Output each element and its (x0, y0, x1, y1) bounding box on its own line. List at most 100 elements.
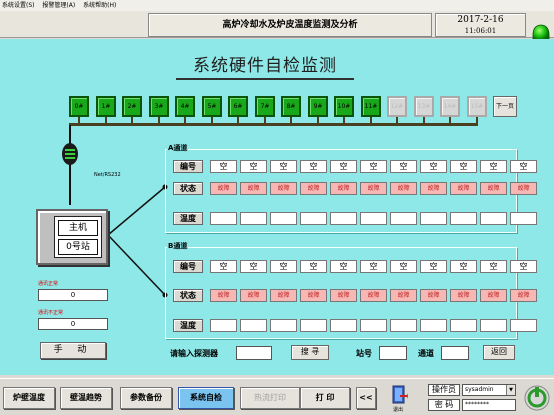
channel-a-status-cell: 故障 (240, 182, 267, 195)
device-drop-line (184, 117, 186, 125)
host-station-number: 0号站 (58, 239, 98, 255)
menu-system-help[interactable]: 系统帮助(H) (83, 2, 116, 9)
search-button[interactable]: 搜 寻 (291, 345, 329, 360)
device-drop-line (343, 117, 345, 125)
menu-alarm-management[interactable]: 报警管理(A) (42, 2, 75, 9)
device-drop-line (476, 117, 478, 125)
station-input[interactable] (379, 346, 407, 360)
device-button[interactable]: 10# (334, 96, 354, 117)
device-drop-line (449, 117, 451, 125)
password-input[interactable]: ******** (462, 399, 516, 411)
channel-b-temp-label: 温度 (173, 319, 203, 332)
device-drop-line (131, 117, 133, 125)
device-button[interactable]: 8# (281, 96, 301, 117)
manual-button[interactable]: 手 动 (40, 342, 106, 359)
tab-parameter-backup[interactable]: 参数备份 (120, 387, 172, 409)
channel-b-temp-cell (480, 319, 507, 332)
device-button[interactable]: 1# (96, 96, 116, 117)
channel-b-status-cell: 故障 (390, 289, 417, 302)
channel-b-title: B通道 (167, 241, 189, 251)
chevron-down-icon[interactable]: ▼ (506, 385, 515, 395)
channel-b-id-cell: 空 (210, 260, 237, 273)
device-button[interactable]: 6# (228, 96, 248, 117)
device-drop-line (264, 117, 266, 125)
channel-b-temp-cell (420, 319, 447, 332)
device-button[interactable]: 2# (122, 96, 142, 117)
channel-a-temp-label: 温度 (173, 212, 203, 225)
collapse-button[interactable]: << (356, 387, 376, 409)
channel-a-temp-cell (330, 212, 357, 225)
channel-b-status-label: 状态 (173, 289, 203, 302)
comm-ok-label: 通讯正常 (38, 281, 59, 287)
device-button[interactable]: 4# (175, 96, 195, 117)
comm-ok-count: 0 (38, 289, 108, 301)
channel-a-status-cell: 故障 (480, 182, 507, 195)
print-button[interactable]: 打 印 (300, 387, 350, 409)
channel-a-temp-cell (450, 212, 477, 225)
channel-b-temp-cell (270, 319, 297, 332)
device-button[interactable]: 14# (440, 96, 460, 117)
channel-a-status-cell: 故障 (390, 182, 417, 195)
device-drop-line (237, 117, 239, 125)
device-button[interactable]: 15# (467, 96, 487, 117)
operator-label: 操作员 (428, 384, 460, 396)
device-button[interactable]: 13# (414, 96, 434, 117)
channel-b-id-cell: 空 (510, 260, 537, 273)
channel-b-status-cell: 故障 (450, 289, 477, 302)
host-name: 主机 (58, 220, 98, 236)
device-button[interactable]: 0# (69, 96, 89, 117)
device-drop-line (78, 117, 80, 125)
channel-input[interactable] (441, 346, 469, 360)
channel-b-temp-cell (360, 319, 387, 332)
tab-system-selfcheck[interactable]: 系统自检 (178, 387, 234, 409)
channel-b-id-cell: 空 (300, 260, 327, 273)
channel-a-temp-cell (390, 212, 417, 225)
channel-a-status-label: 状态 (173, 182, 203, 195)
device-drop-line (370, 117, 372, 125)
device-button[interactable]: 12# (387, 96, 407, 117)
device-button[interactable]: 3# (149, 96, 169, 117)
net-label: Net/RS232 (94, 172, 121, 178)
device-drop-line (105, 117, 107, 125)
device-drop-line (158, 117, 160, 125)
channel-b-status-cell: 故障 (330, 289, 357, 302)
device-button[interactable]: 9# (308, 96, 328, 117)
device-button[interactable]: 5# (202, 96, 222, 117)
tab-wall-temp-trend[interactable]: 壁温趋势 (60, 387, 112, 409)
menu-system-settings[interactable]: 系统设置(S) (2, 2, 35, 9)
network-hub-icon (62, 143, 78, 165)
channel-a-id-cell: 空 (510, 160, 537, 173)
channel-b-status-cell: 故障 (270, 289, 297, 302)
channel-a-id-cell: 空 (240, 160, 267, 173)
channel-b-status-cell: 故障 (510, 289, 537, 302)
operator-select[interactable]: sysadmin ▼ (462, 384, 516, 396)
probe-input[interactable] (236, 346, 272, 360)
menu-bar: 系统设置(S) 报警管理(A) 系统帮助(H) (0, 0, 554, 11)
device-button[interactable]: 7# (255, 96, 275, 117)
channel-b-temp-cell (210, 319, 237, 332)
channel-b-id-cell: 空 (420, 260, 447, 273)
channel-a-status-cell: 故障 (510, 182, 537, 195)
channel-a-id-cell: 空 (480, 160, 507, 173)
next-page-button[interactable]: 下一页 (493, 96, 517, 117)
bottom-toolbar: 炉壁温度 壁温趋势 参数备份 系统自检 热流打印 打 印 << 退出 操作员 s… (0, 378, 554, 415)
channel-b-status-cell: 故障 (300, 289, 327, 302)
tab-heatflow-print[interactable]: 热流打印 (240, 387, 300, 409)
probe-label: 请输入探测器 (170, 349, 218, 358)
channel-b-id-cell: 空 (270, 260, 297, 273)
channel-a-id-cell: 空 (450, 160, 477, 173)
channel-a-id-cell: 空 (210, 160, 237, 173)
back-button[interactable]: 返回 (483, 345, 515, 360)
channel-a-status-cell: 故障 (360, 182, 387, 195)
device-drop-line (211, 117, 213, 125)
channel-a-id-cell: 空 (390, 160, 417, 173)
channel-b-id-cell: 空 (240, 260, 267, 273)
host-station[interactable]: 主机 0号站 (36, 209, 108, 265)
clock-time: 11:06:01 (464, 27, 497, 35)
tab-wall-temperature[interactable]: 炉壁温度 (3, 387, 55, 409)
channel-a-id-cell: 空 (420, 160, 447, 173)
power-icon[interactable] (524, 384, 550, 412)
channel-b-temp-cell (300, 319, 327, 332)
exit-door-icon[interactable] (392, 385, 408, 405)
device-button[interactable]: 11# (361, 96, 381, 117)
